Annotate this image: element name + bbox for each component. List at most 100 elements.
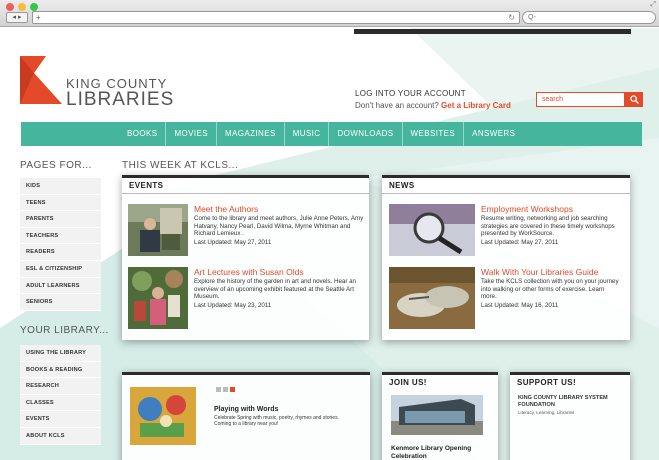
sidebar-item-kids[interactable]: KIDS bbox=[20, 178, 101, 195]
news-photo-walk[interactable] bbox=[389, 267, 475, 334]
join-title: JOIN US! bbox=[389, 378, 427, 387]
feature-pager[interactable] bbox=[216, 387, 235, 392]
window-controls bbox=[6, 3, 38, 11]
feature-panel: Playing with Words Celebrate Spring with… bbox=[122, 372, 370, 460]
feature-description: Celebrate Spring with music, poetry, rhy… bbox=[214, 415, 339, 427]
sidebar-item-parents[interactable]: PARENTS bbox=[20, 211, 101, 228]
week-heading: THIS WEEK AT KCLS... bbox=[122, 160, 239, 171]
browser-search-field[interactable]: Q- bbox=[522, 11, 656, 24]
events-panel: EVENTS Meet the Authors Come to the libr… bbox=[122, 175, 369, 340]
nav-answers[interactable]: ANSWERS bbox=[464, 122, 523, 146]
zoom-window-button[interactable] bbox=[30, 3, 38, 11]
back-forward-buttons[interactable]: ◂ ▸ bbox=[6, 12, 28, 23]
pages-for-list: KIDS TEENS PARENTS TEACHERS READERS ESL … bbox=[20, 178, 101, 311]
news-description: Take the KCLS collection with you on you… bbox=[481, 278, 619, 301]
web-page: KING COUNTY LIBRARIES LOG INTO YOUR ACCO… bbox=[0, 28, 659, 460]
header-accent-bar bbox=[354, 29, 631, 34]
sidebar-item-classes[interactable]: CLASSES bbox=[20, 394, 101, 412]
sidebar-item-using-library[interactable]: USING THE LIBRARY bbox=[20, 345, 101, 362]
sidebar-item-adult-learners[interactable]: ADULT LEARNERS bbox=[20, 277, 101, 295]
event-title-link[interactable]: Art Lectures with Susan Olds bbox=[194, 267, 364, 277]
event-text: Meet the Authors Come to the library and… bbox=[194, 204, 364, 261]
event-description: Come to the library and meet authors, Ju… bbox=[194, 215, 364, 238]
site-search: search bbox=[536, 92, 643, 107]
sidebar-item-teachers[interactable]: TEACHERS bbox=[20, 227, 101, 245]
nav-music[interactable]: MUSIC bbox=[285, 122, 330, 146]
event-title-link[interactable]: Meet the Authors bbox=[194, 204, 364, 214]
news-photo-employment[interactable] bbox=[389, 204, 475, 261]
minimize-window-button[interactable] bbox=[18, 3, 26, 11]
sidebar-item-about[interactable]: ABOUT KCLS bbox=[20, 427, 101, 445]
support-panel: SUPPORT US! KING COUNTY LIBRARY SYSTEM F… bbox=[510, 372, 630, 460]
sidebar-item-books-reading[interactable]: BOOKS & READING bbox=[20, 361, 101, 379]
sidebar-item-teens[interactable]: TEENS bbox=[20, 194, 101, 212]
event-photo-art[interactable] bbox=[128, 267, 188, 334]
login-link[interactable]: LOG INTO YOUR ACCOUNT bbox=[355, 89, 511, 98]
reload-icon[interactable]: ↻ bbox=[508, 12, 515, 23]
events-title: EVENTS bbox=[122, 178, 369, 194]
logo-line-2: LIBRARIES bbox=[66, 89, 175, 110]
browser-toolbar: ◂ ▸ + ↻ Q- ⤢ bbox=[0, 0, 659, 27]
close-window-button[interactable] bbox=[6, 3, 14, 11]
pager-dot[interactable] bbox=[223, 387, 228, 392]
join-caption[interactable]: Kenmore Library Opening Celebration bbox=[391, 445, 491, 460]
library-card-link[interactable]: Get a Library Card bbox=[441, 101, 511, 110]
support-content: KING COUNTY LIBRARY SYSTEM FOUNDATION Li… bbox=[518, 395, 622, 415]
fullscreen-icon[interactable]: ⤢ bbox=[650, 1, 656, 9]
account-prompt-text: Don't have an account? bbox=[355, 101, 439, 110]
event-description: Explore the history of the garden in art… bbox=[194, 278, 357, 301]
nav-downloads[interactable]: DOWNLOADS bbox=[329, 122, 403, 146]
event-item: Meet the Authors Come to the library and… bbox=[128, 204, 364, 261]
search-button[interactable] bbox=[625, 92, 643, 107]
sidebar-item-events[interactable]: EVENTS bbox=[20, 411, 101, 428]
join-panel: JOIN US! Kenmore Library Opening Celebra… bbox=[382, 372, 498, 460]
feature-title[interactable]: Playing with Words bbox=[214, 406, 354, 413]
sidebar-item-seniors[interactable]: SENIORS bbox=[20, 294, 101, 311]
join-photo[interactable] bbox=[391, 395, 483, 440]
support-title: SUPPORT US! bbox=[517, 378, 577, 387]
foundation-name[interactable]: KING COUNTY LIBRARY SYSTEM FOUNDATION bbox=[518, 395, 622, 409]
sidebar-item-readers[interactable]: READERS bbox=[20, 244, 101, 261]
event-date: Last Updated: May 27, 2011 bbox=[194, 238, 272, 246]
pager-dot[interactable] bbox=[216, 387, 221, 392]
address-text: + bbox=[36, 13, 41, 22]
news-title-link[interactable]: Employment Workshops bbox=[481, 204, 621, 214]
sidebar-item-esl[interactable]: ESL & CITIZENSHIP bbox=[20, 260, 101, 278]
nav-movies[interactable]: MOVIES bbox=[166, 122, 217, 146]
search-icon bbox=[629, 95, 639, 104]
news-description: Resume writing, networking and job searc… bbox=[481, 215, 615, 238]
event-photo-authors[interactable] bbox=[128, 204, 188, 261]
event-text: Art Lectures with Susan Olds Explore the… bbox=[194, 267, 364, 334]
main-navigation: BOOKS MOVIES MAGAZINES MUSIC DOWNLOADS W… bbox=[21, 122, 642, 146]
news-date: Last Updated: May 16, 2011 bbox=[481, 301, 559, 309]
kcls-logo-icon bbox=[20, 56, 62, 104]
feature-image[interactable] bbox=[130, 387, 196, 450]
foundation-tagline: Literacy, Learning, Libraries bbox=[518, 409, 575, 415]
address-bar[interactable]: + ↻ bbox=[32, 11, 520, 24]
event-date: Last Updated: May 23, 2011 bbox=[194, 301, 272, 309]
news-text: Employment Workshops Resume writing, net… bbox=[481, 204, 621, 261]
news-title: NEWS bbox=[382, 178, 630, 194]
nav-books[interactable]: BOOKS bbox=[119, 122, 167, 146]
logo-wordmark: KING COUNTY LIBRARIES bbox=[66, 56, 174, 109]
news-item: Employment Workshops Resume writing, net… bbox=[389, 204, 621, 261]
site-logo[interactable]: KING COUNTY LIBRARIES bbox=[20, 56, 174, 109]
your-library-list: USING THE LIBRARY BOOKS & READING RESEAR… bbox=[20, 345, 101, 445]
search-input[interactable]: search bbox=[536, 92, 625, 107]
feature-text: Playing with Words Celebrate Spring with… bbox=[214, 406, 354, 427]
sidebar-item-research[interactable]: RESEARCH bbox=[20, 378, 101, 395]
your-library-heading: YOUR LIBRARY... bbox=[20, 325, 109, 336]
news-title-link[interactable]: Walk With Your Libraries Guide bbox=[481, 267, 621, 277]
news-panel: NEWS Employment Workshops Resume writing… bbox=[382, 175, 630, 340]
news-item: Walk With Your Libraries Guide Take the … bbox=[389, 267, 621, 334]
news-date: Last Updated: May 27, 2011 bbox=[481, 238, 559, 246]
news-text: Walk With Your Libraries Guide Take the … bbox=[481, 267, 621, 334]
nav-magazines[interactable]: MAGAZINES bbox=[217, 122, 285, 146]
event-item: Art Lectures with Susan Olds Explore the… bbox=[128, 267, 364, 334]
account-prompt: Don't have an account? Get a Library Car… bbox=[355, 101, 511, 110]
pager-dot-active[interactable] bbox=[230, 387, 235, 392]
pages-for-heading: PAGES FOR... bbox=[20, 160, 92, 171]
browser-search-placeholder: Q- bbox=[528, 14, 536, 21]
nav-websites[interactable]: WEBSITES bbox=[403, 122, 465, 146]
account-panel: LOG INTO YOUR ACCOUNT Don't have an acco… bbox=[355, 89, 511, 110]
